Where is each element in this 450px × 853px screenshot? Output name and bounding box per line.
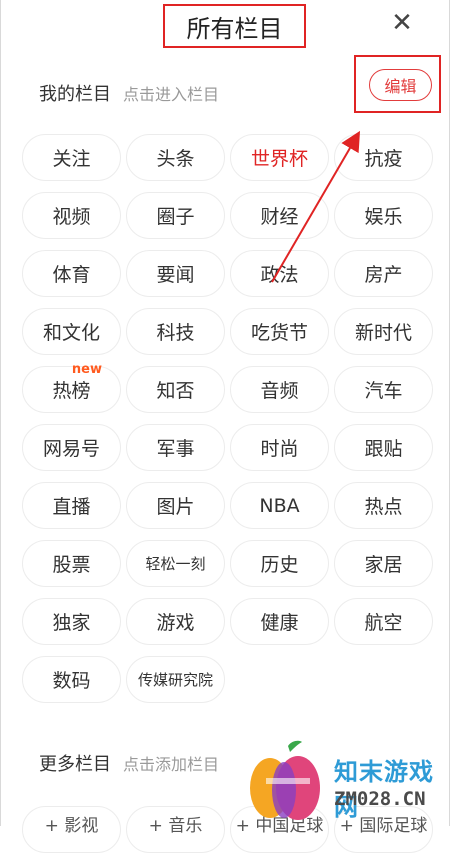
column-chip-label: 轻松一刻	[145, 555, 206, 573]
column-chip[interactable]: 关注	[22, 134, 121, 181]
column-chip[interactable]: 直播	[22, 482, 121, 529]
column-chip-label: 时尚	[260, 438, 299, 460]
column-chip-label: 科技	[156, 322, 195, 344]
column-chip-label: 图片	[156, 496, 195, 518]
column-chip-label: 音频	[260, 380, 299, 402]
column-chip[interactable]: 抗疫	[334, 134, 433, 181]
add-column-chip[interactable]: + 影视	[22, 806, 121, 853]
column-chip-label: 独家	[52, 612, 91, 634]
more-columns-header: 更多栏目 点击添加栏目	[39, 750, 219, 776]
column-chip[interactable]: 传媒研究院	[126, 656, 225, 703]
column-chip-label: 抗疫	[364, 148, 403, 170]
column-chip-label: 政法	[260, 264, 299, 286]
column-chip[interactable]: 政法	[230, 250, 329, 297]
column-chip[interactable]: 图片	[126, 482, 225, 529]
column-chip[interactable]: 娱乐	[334, 192, 433, 239]
column-chip[interactable]: 独家	[22, 598, 121, 645]
edit-button-label: 编辑	[384, 77, 417, 96]
column-chip[interactable]: 航空	[334, 598, 433, 645]
column-chip[interactable]: NBA	[230, 482, 329, 529]
column-chip-label: 航空	[364, 612, 403, 634]
add-column-chip[interactable]: + 音乐	[126, 806, 225, 853]
more-columns-title: 更多栏目	[39, 754, 111, 775]
column-chip[interactable]: 家居	[334, 540, 433, 587]
close-icon: ✕	[391, 8, 413, 38]
apple-logo-icon	[250, 740, 320, 820]
my-columns-header: 我的栏目 点击进入栏目	[39, 80, 219, 106]
column-chip[interactable]: 科技	[126, 308, 225, 355]
my-columns-grid: 关注 头条 世界杯 抗疫视频 圈子 财经 娱乐体育 要闻 政法 房产和文化 科技 吃货节 新时代热榜 ne…	[22, 134, 433, 703]
column-chip[interactable]: 体育	[22, 250, 121, 297]
column-chip-label: 体育	[52, 264, 91, 286]
column-chip-label: 热点	[364, 496, 403, 518]
column-chip[interactable]: 视频	[22, 192, 121, 239]
column-chip-label: 头条	[156, 148, 195, 170]
column-chip-label: 热榜	[52, 380, 91, 402]
column-chip-label: 健康	[260, 612, 299, 634]
column-chip[interactable]: 知否	[126, 366, 225, 413]
column-chip-label: 游戏	[156, 612, 195, 634]
column-chip-label: 数码	[52, 670, 91, 692]
column-chip[interactable]: 圈子	[126, 192, 225, 239]
column-chip[interactable]: 财经	[230, 192, 329, 239]
column-chip[interactable]: 热点	[334, 482, 433, 529]
column-chip[interactable]: 网易号	[22, 424, 121, 471]
column-chip-label: 房产	[364, 264, 403, 286]
column-chip-label: 世界杯	[250, 148, 308, 170]
column-chip-label: 吃货节	[250, 322, 308, 344]
column-chip-label: 军事	[156, 438, 195, 460]
column-chip-label: 关注	[52, 148, 91, 170]
column-chip[interactable]: 军事	[126, 424, 225, 471]
column-chip-label: 汽车	[364, 380, 403, 402]
new-badge: new	[71, 362, 102, 377]
column-chip-label: 网易号	[42, 438, 100, 460]
column-chip[interactable]: 和文化	[22, 308, 121, 355]
column-chip-label: 股票	[52, 554, 91, 576]
column-chip[interactable]: 吃货节	[230, 308, 329, 355]
column-chip-label: 圈子	[156, 206, 195, 228]
column-chip-label: 娱乐	[364, 206, 403, 228]
column-chip-label: 家居	[364, 554, 403, 576]
column-chip[interactable]: 数码	[22, 656, 121, 703]
column-chip-label: NBA	[259, 494, 300, 517]
column-chip[interactable]: 健康	[230, 598, 329, 645]
my-columns-title: 我的栏目	[39, 84, 111, 105]
column-chip-label: 历史	[260, 554, 299, 576]
watermark-name: 知末游戏网	[334, 758, 434, 821]
column-chip[interactable]: 跟贴	[334, 424, 433, 471]
column-chip-label: 传媒研究院	[137, 671, 213, 689]
column-chip-label: 要闻	[156, 264, 195, 286]
column-chip[interactable]: 音频	[230, 366, 329, 413]
column-chip-label: 视频	[52, 206, 91, 228]
column-chip[interactable]: 要闻	[126, 250, 225, 297]
add-column-chip-label: + 音乐	[148, 816, 203, 836]
left-border	[0, 0, 1, 826]
watermark-domain: ZM028.CN	[334, 788, 426, 810]
column-chip-label: 和文化	[42, 322, 100, 344]
column-chip[interactable]: 新时代	[334, 308, 433, 355]
edit-button[interactable]: 编辑	[369, 69, 432, 101]
column-chip[interactable]: 热榜 new	[22, 362, 121, 413]
column-chip[interactable]: 世界杯	[230, 134, 329, 181]
page-title-text: 所有栏目	[186, 14, 283, 43]
close-button[interactable]: ✕	[387, 8, 417, 38]
my-columns-hint: 点击进入栏目	[123, 85, 220, 104]
column-chip-label: 知否	[156, 380, 195, 402]
column-chip[interactable]: 历史	[230, 540, 329, 587]
column-chip-label: 新时代	[354, 322, 412, 344]
column-chip[interactable]: 股票	[22, 540, 121, 587]
column-chip[interactable]: 房产	[334, 250, 433, 297]
column-chip[interactable]: 时尚	[230, 424, 329, 471]
column-chip-label: 跟贴	[364, 438, 403, 460]
column-chip-label: 直播	[52, 496, 91, 518]
more-columns-hint: 点击添加栏目	[123, 755, 220, 774]
column-chip[interactable]: 轻松一刻	[126, 540, 225, 587]
watermark: 知末游戏网 ZM028.CN	[248, 738, 448, 826]
column-chip[interactable]: 游戏	[126, 598, 225, 645]
page-title: 所有栏目	[163, 4, 306, 48]
column-chip[interactable]: 头条	[126, 134, 225, 181]
column-chip-label: 财经	[260, 206, 299, 228]
add-column-chip-label: + 影视	[44, 816, 99, 836]
column-chip[interactable]: 汽车	[334, 366, 433, 413]
